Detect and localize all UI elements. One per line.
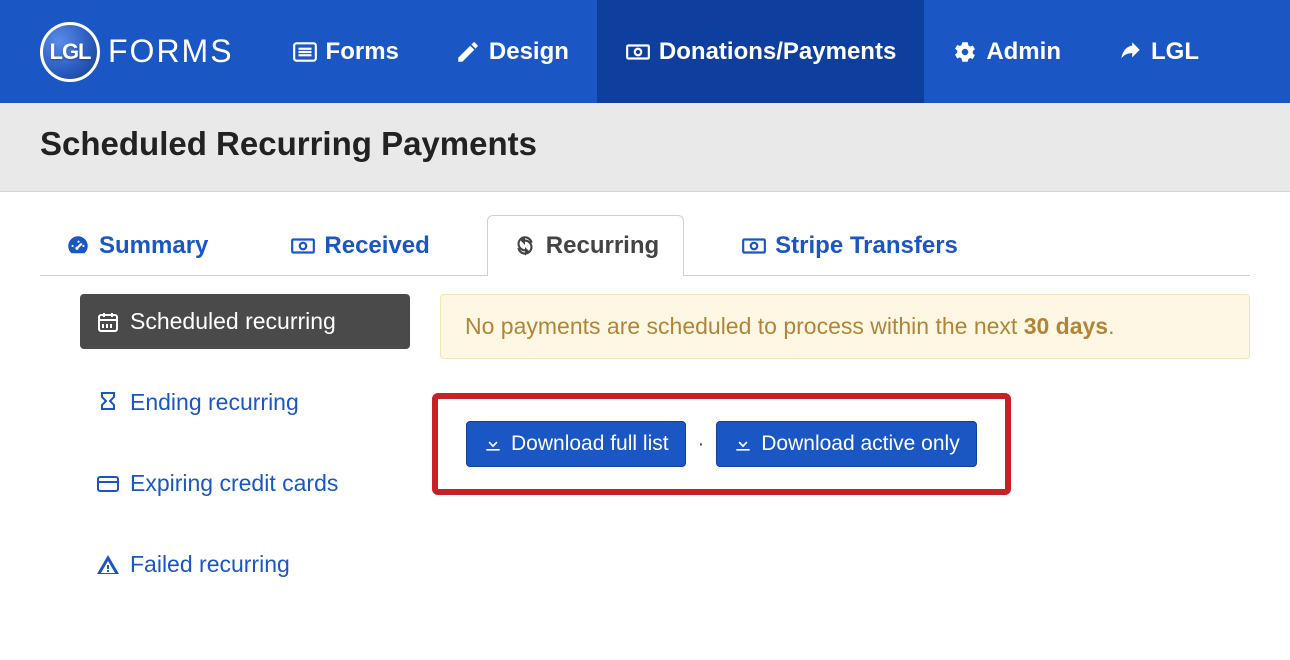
credit-card-icon [96, 472, 120, 496]
nav-item-donations-payments[interactable]: Donations/Payments [597, 0, 924, 103]
alert-text-prefix: No payments are scheduled to process wit… [465, 313, 1024, 339]
brand-product-text: FORMS [108, 33, 234, 70]
gear-icon [952, 39, 978, 65]
tab-label: Summary [99, 232, 208, 260]
nav-links: Forms Design Donations/Payments Admin LG… [264, 0, 1227, 103]
nav-item-label: Design [489, 38, 569, 66]
alert-text-suffix: . [1108, 313, 1114, 339]
page-header: Scheduled Recurring Payments [0, 103, 1290, 192]
sidebar-item-failed-recurring[interactable]: Failed recurring [80, 537, 410, 592]
pencil-icon [455, 39, 481, 65]
dashboard-icon [65, 233, 91, 259]
sidebar-item-label: Failed recurring [130, 551, 290, 578]
money-icon [625, 39, 651, 65]
money-icon [741, 233, 767, 259]
tab-label: Received [324, 232, 429, 260]
nav-item-admin[interactable]: Admin [924, 0, 1089, 103]
download-icon [483, 434, 503, 454]
nav-item-label: Forms [326, 38, 399, 66]
download-active-only-button[interactable]: Download active only [716, 421, 976, 467]
alert-text-bold: 30 days [1024, 313, 1108, 339]
button-label: Download active only [761, 432, 959, 456]
top-navbar: LGL FORMS Forms Design Donations/Payment… [0, 0, 1290, 103]
sidebar-item-ending-recurring[interactable]: Ending recurring [80, 375, 410, 430]
brand-logo[interactable]: LGL FORMS [40, 22, 234, 82]
warning-icon [96, 553, 120, 577]
separator-dot: · [696, 433, 707, 456]
tabs: Summary Received Recurring Stripe Transf… [40, 214, 1250, 276]
side-nav: Scheduled recurring Ending recurring Exp… [80, 294, 410, 592]
alert-no-payments: No payments are scheduled to process wit… [440, 294, 1250, 359]
brand-badge: LGL [40, 22, 100, 82]
calendar-icon [96, 310, 120, 334]
nav-item-design[interactable]: Design [427, 0, 597, 103]
share-icon [1117, 39, 1143, 65]
download-icon [733, 434, 753, 454]
button-label: Download full list [511, 432, 669, 456]
nav-item-label: Donations/Payments [659, 38, 896, 66]
tab-recurring[interactable]: Recurring [487, 215, 684, 276]
nav-item-label: LGL [1151, 38, 1199, 66]
tabs-area: Summary Received Recurring Stripe Transf… [0, 192, 1290, 592]
nav-item-forms[interactable]: Forms [264, 0, 427, 103]
hourglass-icon [96, 391, 120, 415]
list-icon [292, 39, 318, 65]
tab-summary[interactable]: Summary [40, 215, 233, 276]
tab-label: Stripe Transfers [775, 232, 958, 260]
tab-stripe-transfers[interactable]: Stripe Transfers [716, 215, 983, 276]
sidebar-item-label: Expiring credit cards [130, 470, 338, 497]
refresh-icon [512, 233, 538, 259]
tab-received[interactable]: Received [265, 215, 454, 276]
nav-item-lgl[interactable]: LGL [1089, 0, 1227, 103]
content-row: Scheduled recurring Ending recurring Exp… [40, 276, 1250, 592]
sidebar-item-label: Scheduled recurring [130, 308, 336, 335]
sidebar-item-scheduled-recurring[interactable]: Scheduled recurring [80, 294, 410, 349]
sidebar-item-label: Ending recurring [130, 389, 299, 416]
nav-item-label: Admin [986, 38, 1061, 66]
download-buttons-highlight: Download full list · Download active onl… [432, 393, 1011, 495]
download-full-list-button[interactable]: Download full list [466, 421, 686, 467]
tab-label: Recurring [546, 232, 659, 260]
main-panel: No payments are scheduled to process wit… [440, 294, 1250, 592]
sidebar-item-expiring-credit-cards[interactable]: Expiring credit cards [80, 456, 410, 511]
page-title: Scheduled Recurring Payments [40, 125, 1250, 163]
money-icon [290, 233, 316, 259]
